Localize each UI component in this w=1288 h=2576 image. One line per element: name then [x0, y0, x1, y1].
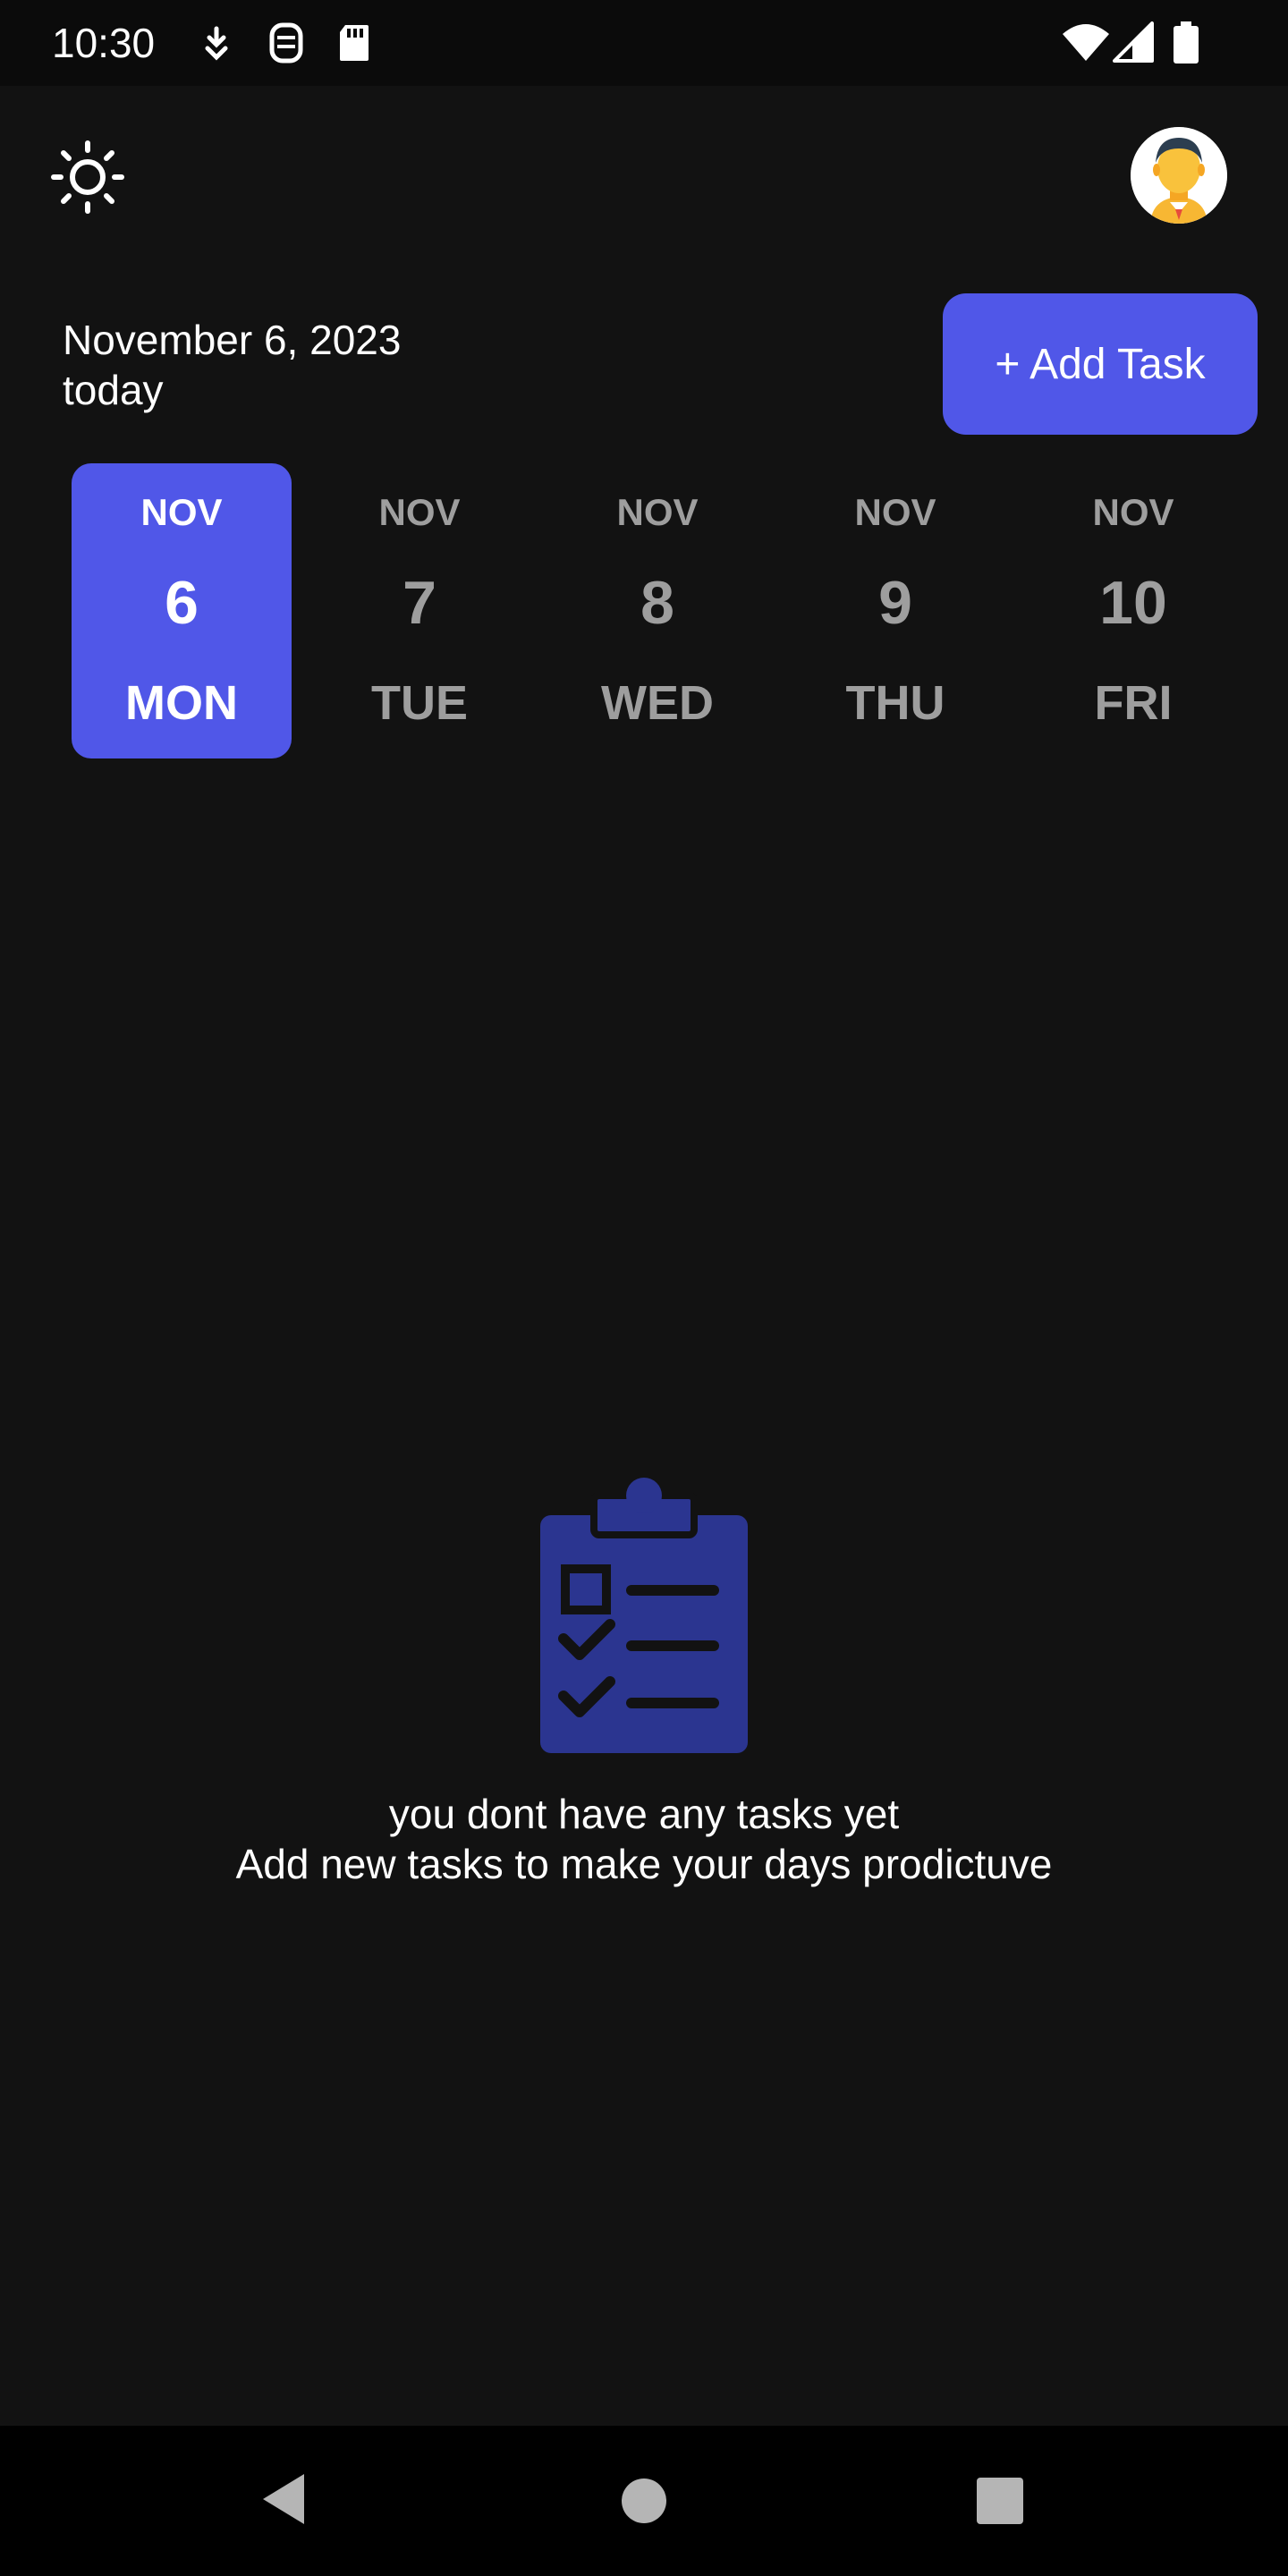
date-weekday: FRI	[1094, 676, 1173, 730]
date-item-nov-9[interactable]: NOV 9 THU	[785, 463, 1005, 758]
date-item-nov-7[interactable]: NOV 7 TUE	[309, 463, 530, 758]
sd-card-icon	[336, 21, 372, 69]
date-day: 9	[878, 569, 912, 637]
date-day: 7	[402, 569, 436, 637]
date-day: 8	[640, 569, 674, 637]
battery-icon	[1172, 21, 1200, 69]
current-date: November 6, 2023	[63, 317, 402, 363]
date-picker: NOV 6 MON NOV 7 TUE NOV 8 WED NOV 9 THU …	[72, 463, 1234, 758]
date-item-nov-8[interactable]: NOV 8 WED	[547, 463, 767, 758]
date-item-nov-10[interactable]: NOV 10 FRI	[1023, 463, 1243, 758]
user-avatar[interactable]	[1131, 127, 1227, 224]
clipboard-checklist-icon	[537, 1474, 751, 1757]
status-bar: 10:30	[0, 0, 1288, 86]
notification-download-icon	[199, 21, 234, 69]
status-time: 10:30	[52, 20, 156, 66]
sim-card-manager-icon	[267, 21, 306, 69]
date-month: NOV	[616, 491, 699, 533]
empty-state-title: you dont have any tasks yet	[388, 1791, 900, 1837]
empty-state-subtitle: Add new tasks to make your days prodictu…	[235, 1841, 1053, 1887]
wifi-icon	[1061, 21, 1111, 69]
date-month: NOV	[140, 491, 223, 533]
today-label: today	[63, 367, 164, 413]
date-month: NOV	[854, 491, 936, 533]
back-icon[interactable]	[259, 2470, 308, 2532]
date-weekday: MON	[125, 676, 238, 730]
date-item-nov-6[interactable]: NOV 6 MON	[72, 463, 292, 758]
date-weekday: THU	[845, 676, 945, 730]
recents-icon[interactable]	[977, 2478, 1023, 2529]
theme-toggle-button[interactable]	[50, 140, 125, 215]
cell-signal-icon	[1113, 21, 1156, 69]
add-task-button[interactable]: + Add Task	[943, 293, 1258, 435]
date-month: NOV	[1092, 491, 1174, 533]
date-weekday: WED	[601, 676, 714, 730]
date-month: NOV	[378, 491, 461, 533]
date-day: 6	[165, 569, 199, 637]
sun-icon	[51, 140, 124, 214]
date-day: 10	[1099, 569, 1167, 637]
system-nav-bar	[0, 2426, 1288, 2576]
date-weekday: TUE	[371, 676, 468, 730]
home-icon[interactable]	[621, 2478, 667, 2529]
